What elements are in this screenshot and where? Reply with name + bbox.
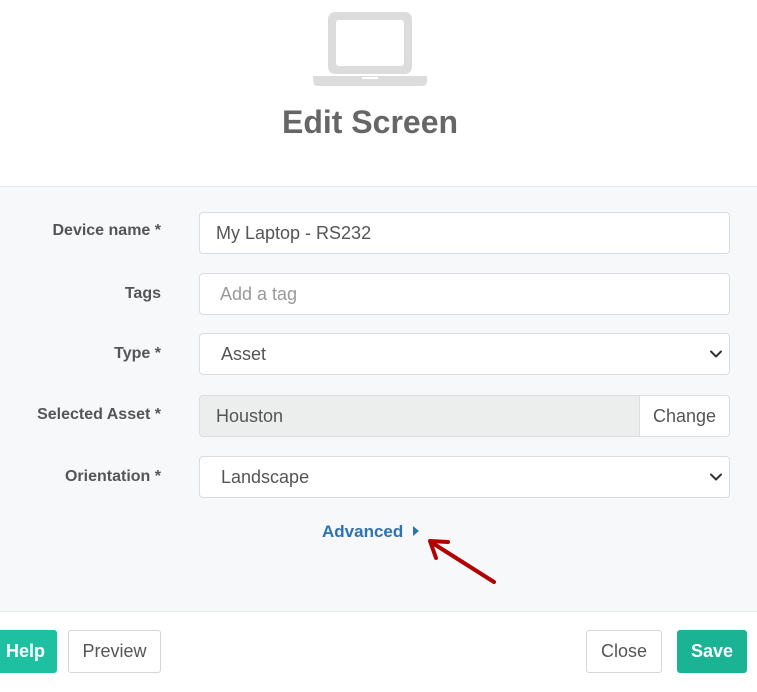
chevron-down-icon <box>710 350 722 358</box>
close-button[interactable]: Close <box>586 630 662 673</box>
orientation-label: Orientation * <box>64 468 161 485</box>
save-button[interactable]: Save <box>677 630 747 673</box>
selected-asset-label: Selected Asset * <box>37 406 161 423</box>
change-asset-button[interactable]: Change <box>639 396 729 436</box>
help-button[interactable]: Help <box>0 630 57 673</box>
orientation-select[interactable]: Landscape <box>199 456 730 498</box>
selected-asset-field: Houston <box>200 396 639 436</box>
tags-label: Tags <box>124 285 161 302</box>
type-select-value: Asset <box>221 344 267 364</box>
edit-screen-dialog: Edit Screen Device name * My Laptop - RS… <box>0 0 757 692</box>
device-name-label: Device name * <box>52 222 161 239</box>
type-label: Type * <box>114 345 161 362</box>
red-arrow-icon <box>428 539 496 584</box>
tags-input[interactable]: Add a tag <box>199 273 730 315</box>
dialog-footer: Help Preview Close Save <box>0 612 757 692</box>
selected-asset-group: Houston Change <box>199 395 730 437</box>
device-name-input[interactable]: My Laptop - RS232 <box>199 212 730 254</box>
advanced-link-label: Advanced <box>322 522 404 541</box>
page-title: Edit Screen <box>281 104 459 140</box>
orientation-select-value: Landscape <box>221 467 310 487</box>
type-select[interactable]: Asset <box>199 333 730 375</box>
advanced-toggle-link[interactable]: Advanced <box>322 522 420 542</box>
preview-button[interactable]: Preview <box>68 630 161 673</box>
dialog-header: Edit Screen <box>0 0 757 186</box>
caret-right-icon <box>413 526 420 536</box>
laptop-icon <box>313 12 427 86</box>
chevron-down-icon <box>710 473 722 481</box>
